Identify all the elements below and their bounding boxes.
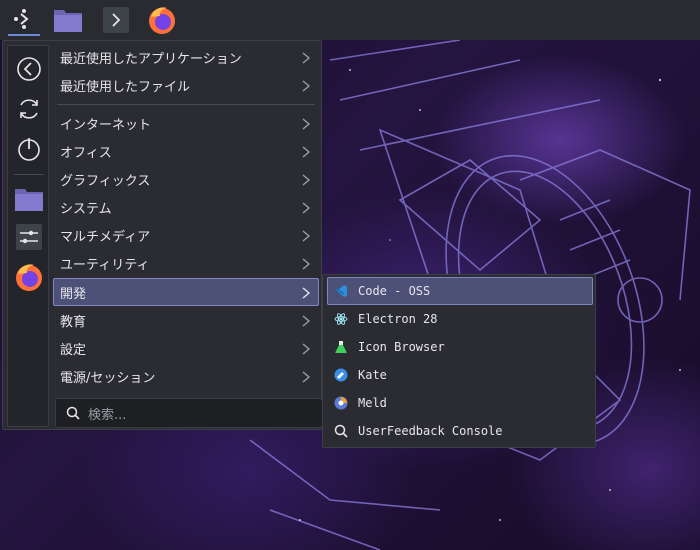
back-button[interactable] (14, 54, 44, 84)
favorite-file-manager[interactable] (14, 184, 44, 214)
application-launcher-menu: 最近使用したアプリケーション 最近使用したファイル インターネット オフィス グ… (2, 40, 323, 430)
submenu-item-icon-browser[interactable]: Icon Browser (327, 333, 593, 361)
settings-sliders-icon (16, 224, 42, 250)
chevron-right-icon (302, 343, 311, 355)
submenu-item-label: Electron 28 (358, 312, 438, 326)
menu-item-label: 最近使用したファイル (60, 79, 191, 95)
menu-item-office[interactable]: オフィス (53, 137, 319, 165)
menu-item-utilities[interactable]: ユーティリティ (53, 249, 319, 277)
menu-separator (57, 104, 315, 105)
back-icon (17, 57, 41, 81)
taskbar-file-manager[interactable] (52, 4, 84, 36)
chevron-right-icon (302, 287, 311, 299)
menu-item-label: オフィス (60, 145, 112, 161)
terminal-icon (103, 7, 129, 33)
file-manager-icon (54, 10, 82, 32)
menu-item-development[interactable]: 開発 (53, 278, 319, 306)
taskbar (0, 0, 700, 40)
menu-item-label: グラフィックス (60, 173, 151, 189)
flask-icon (334, 340, 348, 354)
chevron-right-icon (302, 230, 311, 242)
submenu-item-electron[interactable]: Electron 28 (327, 305, 593, 333)
rail-separator (14, 174, 44, 175)
refresh-button[interactable] (14, 94, 44, 124)
menu-item-internet[interactable]: インターネット (53, 109, 319, 137)
menu-item-multimedia[interactable]: マルチメディア (53, 221, 319, 249)
taskbar-firefox[interactable] (146, 4, 178, 36)
search-icon (66, 406, 80, 420)
search-icon (334, 424, 348, 438)
submenu-item-label: Kate (358, 368, 387, 382)
menu-item-label: 設定 (60, 342, 87, 358)
power-button[interactable] (14, 134, 44, 164)
menu-item-label: マルチメディア (60, 229, 151, 245)
menu-item-power-session[interactable]: 電源/セッション (53, 362, 319, 390)
chevron-right-icon (302, 315, 311, 327)
submenu-item-label: Meld (358, 396, 387, 410)
submenu-item-meld[interactable]: Meld (327, 389, 593, 417)
chevron-right-icon (302, 202, 311, 214)
favorite-system-settings[interactable] (14, 222, 44, 252)
launcher-side-rail (7, 45, 49, 427)
submenu-item-label: Icon Browser (358, 340, 445, 354)
search-placeholder: 検索... (88, 407, 127, 423)
refresh-icon (20, 99, 38, 119)
menu-item-label: 教育 (60, 314, 87, 330)
favorite-firefox[interactable] (14, 262, 44, 292)
application-launcher-icon (14, 9, 29, 29)
submenu-item-label: Code - OSS (358, 284, 431, 298)
folder-icon (15, 189, 43, 211)
taskbar-terminal[interactable] (100, 4, 132, 36)
menu-item-label: システム (60, 201, 112, 217)
menu-item-graphics[interactable]: グラフィックス (53, 165, 319, 193)
firefox-icon (16, 264, 42, 291)
electron-icon (334, 312, 348, 326)
chevron-right-icon (302, 146, 311, 158)
vscode-icon (334, 284, 348, 298)
power-icon (18, 138, 40, 161)
submenu-item-code-oss[interactable]: Code - OSS (327, 277, 593, 305)
menu-item-system[interactable]: システム (53, 193, 319, 221)
menu-item-label: ユーティリティ (60, 257, 150, 273)
menu-item-settings[interactable]: 設定 (53, 334, 319, 362)
chevron-right-icon (302, 371, 311, 383)
search-field[interactable]: 検索... (55, 398, 323, 428)
chevron-right-icon (302, 258, 311, 270)
chevron-right-icon (302, 52, 311, 64)
chevron-right-icon (302, 118, 311, 130)
chevron-right-icon (302, 174, 311, 186)
submenu-item-kate[interactable]: Kate (327, 361, 593, 389)
menu-item-label: 開発 (60, 286, 87, 302)
menu-item-label: 最近使用したアプリケーション (60, 51, 242, 67)
menu-item-education[interactable]: 教育 (53, 306, 319, 334)
submenu-item-label: UserFeedback Console (358, 424, 503, 438)
menu-item-recent-applications[interactable]: 最近使用したアプリケーション (53, 43, 319, 71)
development-submenu: Code - OSS Electron 28 Icon Browser Kate… (322, 274, 596, 448)
firefox-icon (149, 7, 175, 34)
menu-item-label: インターネット (60, 117, 152, 133)
application-launcher-button[interactable] (8, 4, 40, 36)
chevron-right-icon (302, 80, 311, 92)
kate-icon (334, 368, 348, 382)
meld-icon (334, 396, 348, 410)
submenu-item-userfeedback-console[interactable]: UserFeedback Console (327, 417, 593, 445)
menu-item-recent-files[interactable]: 最近使用したファイル (53, 71, 319, 99)
menu-item-label: 電源/セッション (60, 370, 156, 386)
